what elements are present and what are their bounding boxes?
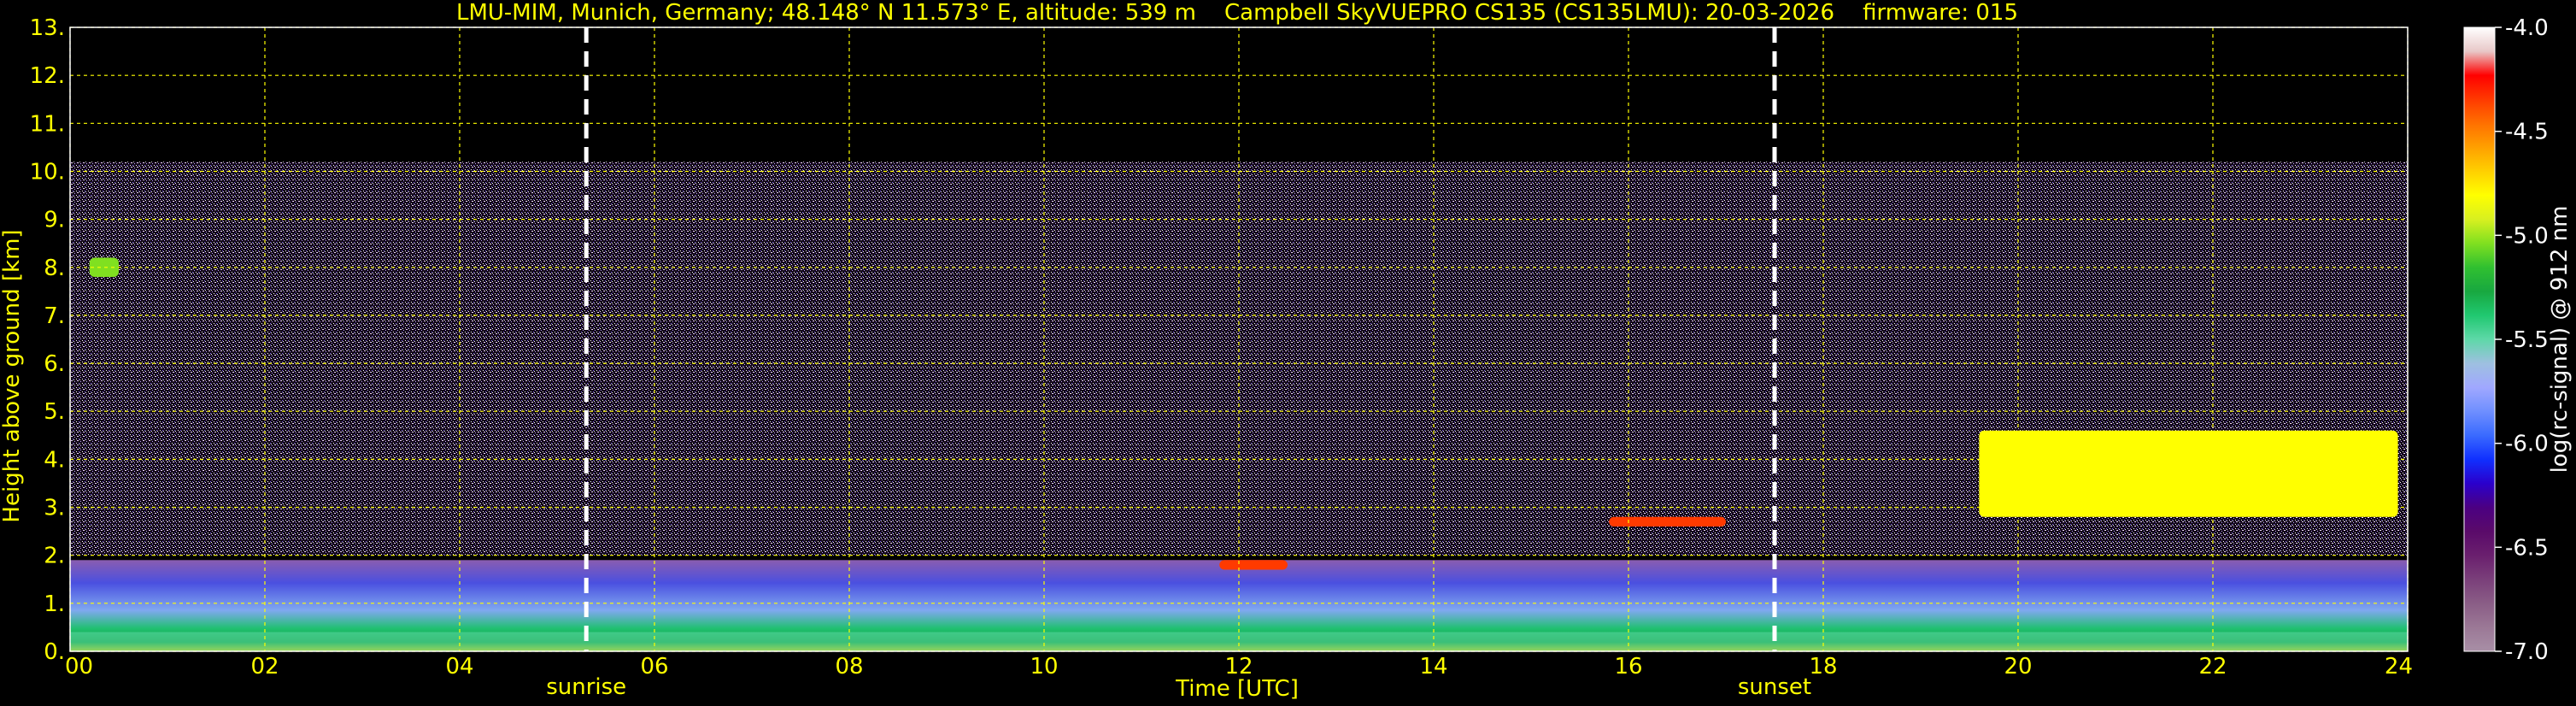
colorbar-tick-label: -6.0 [2505, 432, 2549, 457]
x-axis-label: Time [UTC] [1175, 676, 1299, 702]
x-tick-label: 16 [1614, 654, 1642, 680]
y-tick-label: 5. [44, 399, 65, 425]
y-tick-label: 8. [44, 256, 65, 281]
colorbar-tick-label: -4.5 [2505, 120, 2549, 145]
layer-surface [70, 632, 2408, 651]
y-tick-label: 6. [44, 351, 65, 377]
colorbar-label: log(rc-signal) @ 912 nm [2547, 206, 2573, 474]
y-tick-label: 10. [30, 160, 65, 185]
ceilometer-chart: sunrise sunset 00 02 04 06 08 10 12 14 16 18 20 22 24… [0, 0, 2573, 702]
colorbar: -4.0 -4.5 -5.0 -5.5 -6.0 -6.5 -7.0 log(rc-sign… [2463, 15, 2573, 665]
x-tick-label: 00 [65, 654, 93, 680]
chart-title: LMU-MIM, Munich, Germany; 48.148° N 11.5… [456, 0, 2018, 26]
y-tick-label: 0. [44, 639, 65, 665]
y-tick-label: 12. [30, 63, 65, 89]
colorbar-tick-label: -5.5 [2505, 327, 2549, 353]
y-tick-label: 13. [30, 15, 65, 41]
y-tick-label: 4. [44, 447, 65, 473]
layer-cloud-12utc [1219, 560, 1288, 570]
x-tick-label: 14 [1419, 654, 1447, 680]
x-tick-label: 04 [445, 654, 473, 680]
y-tick-label: 7. [44, 303, 65, 329]
y-axis-label: Height above ground [km] [0, 229, 25, 522]
x-tick-label: 20 [2004, 654, 2032, 680]
colorbar-ticks: -4.0 -4.5 -5.0 -5.5 -6.0 -6.5 -7.0 [2495, 15, 2549, 665]
y-tick-label: 2. [44, 544, 65, 569]
x-tick-label: 02 [250, 654, 279, 680]
y-tick-label: 3. [44, 496, 65, 521]
y-tick-label: 1. [44, 591, 65, 617]
y-tick-label: 9. [44, 208, 65, 233]
plot-area: sunrise sunset [69, 26, 2409, 700]
x-tick-label: 24 [2385, 654, 2413, 680]
x-tick-label: 10 [1030, 654, 1058, 680]
colorbar-tick-label: -7.0 [2505, 639, 2549, 665]
y-tick-labels: 0. 1. 2. 3. 4. 5. 6. 7. 8. 9. 10. 11. 12. 13. [30, 15, 65, 665]
colorbar-tick-label: -4.0 [2505, 15, 2549, 41]
layer-cloud-16utc [1609, 516, 1726, 527]
colorbar-tick-label: -5.0 [2505, 223, 2549, 249]
layer-cloud-evening [1979, 430, 2398, 517]
colorbar-scale [2463, 26, 2496, 652]
x-tick-label: 08 [835, 654, 863, 680]
x-tick-label: 18 [1809, 654, 1837, 680]
colorbar-tick-label: -6.5 [2505, 535, 2549, 561]
sunset-label: sunset [1738, 674, 1811, 700]
x-tick-label: 22 [2198, 654, 2227, 680]
sunrise-label: sunrise [546, 674, 626, 700]
x-tick-label: 06 [640, 654, 668, 680]
y-tick-label: 11. [30, 111, 65, 137]
